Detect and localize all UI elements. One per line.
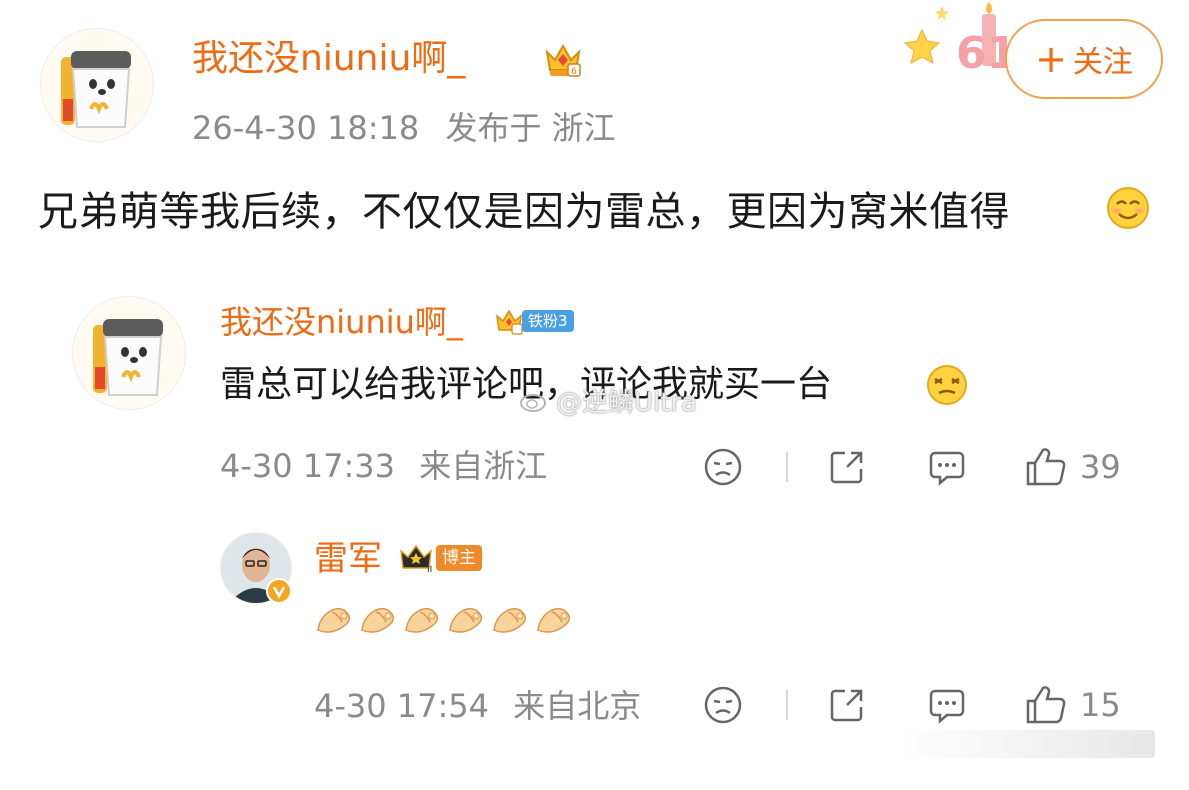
- follow-label: 关注: [1072, 45, 1133, 80]
- reply-button[interactable]: [924, 682, 970, 728]
- share-icon: [830, 451, 863, 484]
- divider: [786, 452, 788, 482]
- like-button[interactable]: 15: [1024, 682, 1134, 728]
- post-author-avatar[interactable]: [40, 28, 154, 142]
- fan-badge-label: 铁粉3: [522, 310, 574, 332]
- thumbs-up-icon: [1026, 686, 1066, 724]
- like-count: 15: [1080, 686, 1121, 724]
- comment-icon: [929, 689, 965, 724]
- pinch-hand-emoji-icon: [446, 600, 488, 640]
- comment-location: 来自浙江: [419, 447, 548, 485]
- like-button[interactable]: 39: [1024, 444, 1134, 490]
- smile-emoji-icon: [1106, 186, 1150, 230]
- watermark-text: @逆鳞Ultra: [556, 388, 698, 418]
- reply-emoji-row: [314, 600, 576, 640]
- dislike-button[interactable]: [700, 682, 746, 728]
- reply-location: 来自北京: [513, 687, 642, 725]
- divider: [786, 690, 788, 720]
- share-icon: [830, 689, 863, 722]
- thumbs-up-icon: [1026, 448, 1066, 486]
- post-author-name[interactable]: 我还没niuniu啊_: [192, 36, 465, 82]
- verified-icon: [266, 578, 292, 604]
- sad-face-icon: [704, 448, 742, 486]
- share-button[interactable]: [824, 682, 870, 728]
- pinch-hand-emoji-icon: [402, 600, 444, 640]
- sad-face-icon: [704, 686, 742, 724]
- pinch-hand-emoji-icon: [534, 600, 576, 640]
- watermark: @逆鳞Ultra: [520, 382, 697, 419]
- pinch-hand-emoji-icon: [314, 600, 356, 640]
- comment-timestamp: 4-30 17:33: [220, 447, 396, 485]
- follow-button[interactable]: + 关注: [1005, 19, 1163, 99]
- post-text: 兄弟萌等我后续，不仅仅是因为雷总，更因为窝米值得: [38, 189, 1010, 235]
- pinch-hand-emoji-icon: [490, 600, 532, 640]
- svg-text:6: 6: [571, 67, 577, 77]
- weibo-logo-icon: [520, 389, 550, 413]
- share-button[interactable]: [824, 444, 870, 490]
- comment-avatar[interactable]: [72, 296, 186, 410]
- post-location: 发布于 浙江: [445, 109, 616, 147]
- dizzy-emoji-icon: [926, 364, 968, 406]
- author-badge-label: 博主: [436, 545, 482, 571]
- post-body-text: 兄弟萌等我后续，不仅仅是因为雷总，更因为窝米值得: [38, 186, 1010, 238]
- crown-badge-icon: [494, 306, 524, 336]
- promo-618-decoration: 618: [900, 0, 1048, 80]
- crown-level-icon: II: [398, 542, 434, 575]
- fan-badge: 铁粉3: [494, 306, 574, 336]
- like-count: 39: [1080, 448, 1121, 486]
- reply-button[interactable]: [924, 444, 970, 490]
- crown-badge-icon: 6: [542, 38, 584, 80]
- post-timestamp: 26-4-30 18:18: [192, 109, 420, 147]
- svg-text:II: II: [427, 565, 432, 574]
- reply-timestamp: 4-30 17:54: [314, 687, 490, 725]
- comment-icon: [929, 451, 965, 486]
- comment-author-name[interactable]: 我还没niuniu啊_: [220, 302, 463, 342]
- dislike-button[interactable]: [700, 444, 746, 490]
- plus-icon: +: [1035, 37, 1067, 81]
- pinch-hand-emoji-icon: [358, 600, 400, 640]
- reply-author-name[interactable]: 雷军: [314, 538, 382, 580]
- author-badge: II 博主: [398, 542, 482, 575]
- corner-watermark: [900, 730, 1155, 758]
